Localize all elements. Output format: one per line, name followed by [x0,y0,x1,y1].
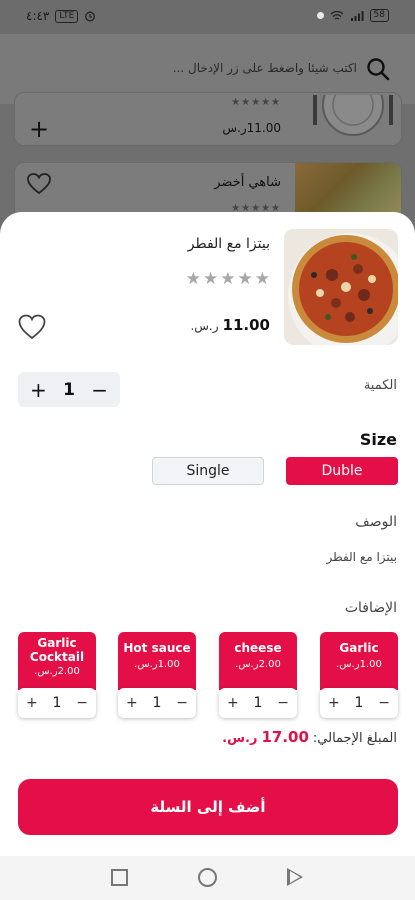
battery-icon: 58 [369,9,389,22]
product-title: بيتزا مع الفطر [187,236,270,252]
plus-icon[interactable]: + [126,695,138,711]
status-left: ٤:٤٣ LTE [26,9,96,23]
addon-stepper: + 1 − [320,688,398,718]
rating-stars: ★★★★★ [231,97,281,108]
plus-icon[interactable]: + [30,380,47,400]
heart-icon[interactable] [18,314,46,340]
addon-price: 1.00ر.س. [336,659,382,670]
alarm-icon [85,11,96,22]
product-sheet: بيتزا مع الفطر ★ ★ ★ ★ ★ 11.00 ر.س. الكم… [0,212,415,856]
star-icon[interactable]: ★ [203,270,218,288]
pizza-image [284,229,398,345]
rating-stars[interactable]: ★ ★ ★ ★ ★ [186,270,270,288]
description-text: بيتزا مع الفطر [326,550,397,564]
addons-title: الإضافات [344,600,397,616]
addon-header[interactable]: cheese 2.00ر.س. [219,632,297,690]
addon-stepper: + 1 − [18,688,96,718]
navigation-bar [0,856,415,900]
size-option-duble[interactable]: Duble [286,457,398,485]
addon-header[interactable]: Hot sauce 1.00ر.س. [118,632,196,690]
add-to-cart-button[interactable]: أضف إلى السلة [18,779,398,835]
total-currency: ر.س. [222,731,258,746]
status-badge: LTE [55,9,79,23]
status-bar: ٤:٤٣ LTE 58 [0,0,415,34]
total-label: المبلغ الإجمالي: [312,731,397,746]
item-title: شاهي أخضر [214,175,281,190]
addon-name: Garlic [339,641,379,655]
addon-price: 2.00ر.س. [34,666,80,677]
item-price: 11.00ر.س [222,121,281,135]
addon-name: Hot sauce [123,641,191,655]
star-icon[interactable]: ★ [186,270,201,288]
search-icon[interactable] [365,56,391,82]
total-amount: المبلغ الإجمالي: 17.00 ر.س. [222,728,397,746]
size-title: Size [359,430,397,449]
addon-stepper: + 1 − [118,688,196,718]
total-value: 17.00 [261,728,309,746]
minus-icon[interactable]: − [378,695,390,711]
nav-square-icon[interactable] [111,869,128,886]
addon-name: Garlic Cocktail [29,636,85,664]
quantity-label: الكمية [363,378,397,393]
minus-icon[interactable]: − [176,695,188,711]
addon-stepper: + 1 − [219,688,297,718]
price-currency: ر.س. [190,319,219,333]
addon-qty: 1 [52,695,62,711]
signal-icon [350,10,364,21]
wifi-icon [330,10,343,20]
addon-card-garlic-cocktail[interactable]: Garlic Cocktail 2.00ر.س. + 1 − [18,632,98,718]
star-icon[interactable]: ★ [220,270,235,288]
nav-circle-icon[interactable] [198,868,217,887]
addon-header[interactable]: Garlic 1.00ر.س. [320,632,398,690]
addon-qty: 1 [354,695,364,711]
heart-icon[interactable] [27,173,51,195]
size-option-single[interactable]: Single [152,457,264,485]
minus-icon[interactable]: − [277,695,289,711]
minus-icon[interactable]: − [76,695,88,711]
addon-qty: 1 [253,695,263,711]
product-price: 11.00 ر.س. [190,316,270,334]
addon-qty: 1 [152,695,162,711]
plus-icon[interactable]: + [227,695,239,711]
addon-card-garlic[interactable]: Garlic 1.00ر.س. + 1 − [320,632,400,718]
star-icon[interactable]: ★ [255,270,270,288]
status-right: 58 [316,9,389,22]
description-title: الوصف [355,514,397,530]
plus-icon[interactable]: + [26,695,38,711]
plate-image [313,95,393,136]
addon-card-hot-sauce[interactable]: Hot sauce 1.00ر.س. + 1 − [118,632,198,718]
addon-price: 2.00ر.س. [235,659,281,670]
list-item[interactable]: + ★★★★★ 11.00ر.س [14,92,402,146]
addon-name: cheese [234,641,282,655]
plus-icon[interactable]: + [328,695,340,711]
quantity-stepper: + 1 − [18,372,120,407]
status-time: ٤:٤٣ [26,9,50,23]
price-value: 11.00 [222,316,270,334]
search-input[interactable]: اكتب شيئا واضغط على زر الإدخال ... [173,61,357,75]
star-icon[interactable]: ★ [238,270,253,288]
minus-icon[interactable]: − [91,380,108,400]
quantity-value: 1 [63,379,75,400]
plus-icon[interactable]: + [29,115,49,143]
addon-price: 1.00ر.س. [134,659,180,670]
notification-dot-icon [316,12,324,19]
addon-card-cheese[interactable]: cheese 2.00ر.س. + 1 − [219,632,299,718]
addon-header[interactable]: Garlic Cocktail 2.00ر.س. [18,632,96,690]
nav-back-icon[interactable] [287,868,303,886]
